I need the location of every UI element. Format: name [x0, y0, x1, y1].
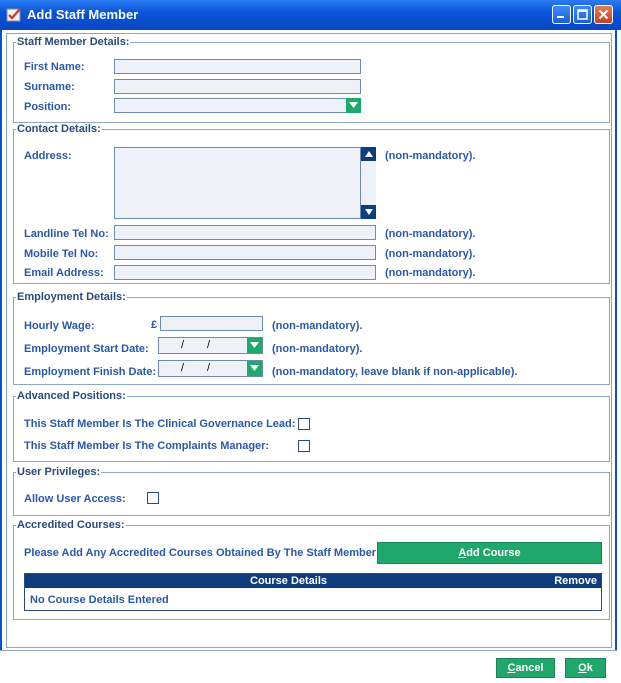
ok-mnemonic: O — [578, 662, 587, 674]
address-textarea[interactable] — [114, 147, 376, 219]
minimize-button[interactable] — [552, 5, 571, 24]
employment-details-legend: Employment Details: — [16, 291, 127, 304]
finish-date-note: (non-mandatory, leave blank if non-appli… — [272, 366, 518, 378]
address-note: (non-mandatory). — [385, 150, 476, 162]
landline-note: (non-mandatory). — [385, 228, 476, 240]
finish-date-picker[interactable]: / / — [158, 360, 263, 377]
courses-table: Course Details Remove No Course Details … — [24, 573, 602, 611]
close-icon — [598, 9, 609, 20]
mobile-note: (non-mandatory). — [385, 248, 476, 260]
chevron-down-icon — [349, 102, 358, 108]
chevron-down-icon — [250, 342, 259, 348]
arrow-down-icon — [364, 209, 373, 215]
courses-empty-text: No Course Details Entered — [30, 594, 169, 606]
app-logo-icon — [6, 8, 21, 22]
finish-date-sep-1: / — [181, 362, 185, 374]
col-course-details: Course Details — [250, 575, 328, 587]
scroll-up-button[interactable] — [361, 147, 376, 161]
courses-table-header: Course Details Remove — [25, 574, 601, 588]
allow-user-access-checkbox[interactable] — [147, 492, 159, 504]
position-select[interactable] — [114, 98, 361, 113]
maximize-button[interactable] — [573, 5, 592, 24]
hourly-wage-label: Hourly Wage: — [24, 320, 95, 332]
first-name-field[interactable] — [114, 59, 361, 74]
staff-details-legend: Staff Member Details: — [16, 36, 131, 49]
mobile-label: Mobile Tel No: — [24, 248, 99, 260]
add-course-mnemonic: A — [458, 547, 467, 559]
clinical-governance-label: This Staff Member Is The Clinical Govern… — [24, 418, 296, 430]
contact-details-legend: Contact Details: — [16, 123, 102, 136]
email-label: Email Address: — [24, 267, 104, 279]
start-date-picker[interactable]: / / — [158, 337, 263, 354]
email-note: (non-mandatory). — [385, 267, 476, 279]
hourly-wage-field[interactable] — [160, 316, 263, 331]
position-label: Position: — [24, 101, 72, 113]
allow-user-access-label: Allow User Access: — [24, 493, 126, 505]
finish-date-sep-2: / — [207, 362, 211, 374]
cancel-label: ancel — [515, 662, 544, 674]
courses-prompt: Please Add Any Accredited Courses Obtain… — [24, 547, 380, 559]
first-name-label: First Name: — [24, 61, 85, 73]
position-dropdown-button[interactable] — [346, 98, 361, 113]
email-field[interactable] — [114, 265, 376, 280]
advanced-positions-legend: Advanced Positions: — [16, 390, 127, 403]
finish-date-label: Employment Finish Date: — [24, 366, 157, 378]
title-bar[interactable]: Add Staff Member — [0, 0, 621, 30]
hourly-wage-note: (non-mandatory). — [272, 320, 363, 332]
add-course-label: dd Course — [466, 547, 521, 559]
minimize-icon — [557, 16, 564, 18]
complaints-manager-label: This Staff Member Is The Complaints Mana… — [24, 440, 270, 452]
accredited-courses-legend: Accredited Courses: — [16, 519, 126, 532]
ok-button[interactable]: Ok — [565, 658, 606, 678]
start-date-label: Employment Start Date: — [24, 343, 149, 355]
start-date-sep-2: / — [207, 339, 211, 351]
ok-label: k — [586, 662, 593, 674]
add-course-button[interactable]: Add Course — [377, 542, 602, 564]
start-date-sep-1: / — [181, 339, 185, 351]
clinical-governance-checkbox[interactable] — [298, 418, 310, 430]
currency-symbol: £ — [151, 319, 158, 331]
surname-label: Surname: — [24, 81, 75, 93]
finish-date-dropdown-button[interactable] — [247, 361, 262, 376]
cancel-mnemonic: C — [507, 662, 516, 674]
col-remove: Remove — [554, 575, 597, 587]
arrow-up-icon — [364, 151, 373, 157]
cancel-button[interactable]: Cancel — [496, 658, 555, 678]
window-title: Add Staff Member — [27, 7, 139, 22]
address-scrollbar[interactable] — [360, 147, 376, 219]
surname-field[interactable] — [114, 79, 361, 94]
start-date-note: (non-mandatory). — [272, 343, 363, 355]
landline-label: Landline Tel No: — [24, 228, 109, 240]
maximize-icon — [577, 9, 588, 20]
address-label: Address: — [24, 150, 72, 162]
close-button[interactable] — [594, 5, 613, 24]
landline-field[interactable] — [114, 225, 376, 240]
start-date-dropdown-button[interactable] — [247, 338, 262, 353]
user-privileges-legend: User Privileges: — [16, 466, 102, 479]
mobile-field[interactable] — [114, 245, 376, 260]
chevron-down-icon — [250, 365, 259, 371]
scroll-down-button[interactable] — [361, 205, 376, 219]
complaints-manager-checkbox[interactable] — [298, 440, 310, 452]
